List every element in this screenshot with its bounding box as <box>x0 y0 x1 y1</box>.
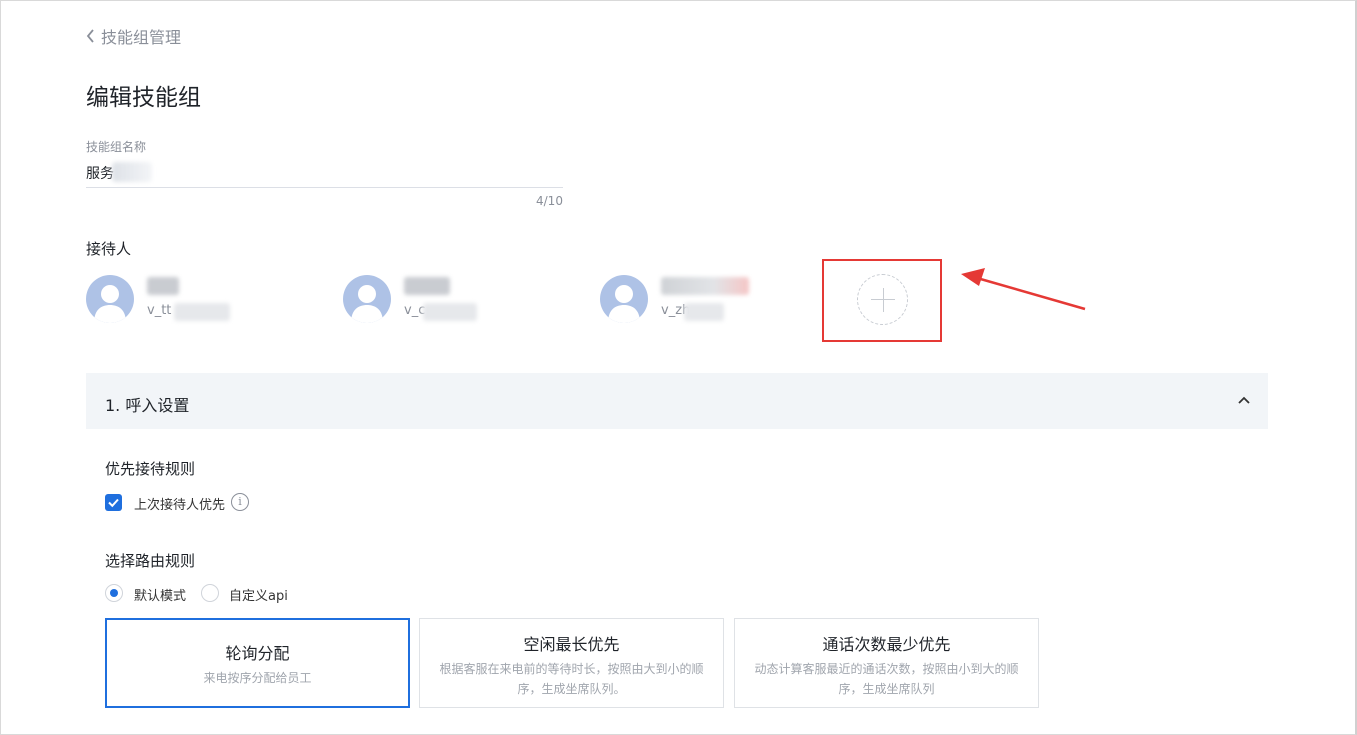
back-link[interactable]: 技能组管理 <box>86 24 181 48</box>
skill-group-name-input[interactable] <box>86 158 563 188</box>
redacted-name <box>661 277 749 295</box>
redacted-name <box>147 277 179 295</box>
last-receiver-priority-label: 上次接待人优先 <box>134 498 226 513</box>
priority-rule-title: 优先接待规则 <box>105 460 196 478</box>
redacted-name <box>404 277 450 295</box>
card-desc: 动态计算客服最近的通话次数，按照由小到大的顺序，生成坐席队列 <box>754 662 1019 696</box>
inbound-settings-header[interactable]: 1. 呼入设置 <box>86 373 1268 429</box>
chevron-left-icon <box>86 29 94 43</box>
card-round-robin[interactable]: 轮询分配 来电按序分配给员工 <box>105 618 410 708</box>
radio-custom-api[interactable] <box>201 584 219 602</box>
card-title: 空闲最长优先 <box>523 635 620 654</box>
radio-custom-api-label: 自定义api <box>229 589 288 604</box>
agent-card[interactable]: v_c <box>343 275 543 325</box>
annotation-arrow-icon <box>961 268 1086 311</box>
radio-default-mode[interactable] <box>105 584 123 602</box>
chevron-up-icon[interactable] <box>1238 395 1250 405</box>
redacted-id <box>684 303 724 321</box>
last-receiver-priority-checkbox[interactable] <box>105 494 122 511</box>
card-desc: 根据客服在来电前的等待时长，按照由大到小的顺序，生成坐席队列。 <box>439 662 704 696</box>
routing-rule-title: 选择路由规则 <box>105 552 196 570</box>
card-title: 通话次数最少优先 <box>822 635 951 654</box>
user-avatar-icon <box>608 285 640 323</box>
page-title: 编辑技能组 <box>86 85 201 111</box>
agent-id: v_tt <box>147 303 172 318</box>
user-avatar-icon <box>351 285 383 323</box>
agent-card[interactable]: v_zh <box>600 275 800 325</box>
avatar <box>86 275 134 323</box>
info-icon[interactable]: i <box>231 493 249 511</box>
char-counter: 4/10 <box>536 194 563 208</box>
agent-card[interactable]: v_tt <box>86 275 286 325</box>
back-link-label: 技能组管理 <box>101 28 182 47</box>
radio-default-mode-label: 默认模式 <box>134 589 187 604</box>
redacted-id <box>174 303 230 321</box>
add-receiver-button[interactable] <box>857 274 908 325</box>
user-avatar-icon <box>94 285 126 323</box>
redacted-id <box>423 303 477 321</box>
section-title: 1. 呼入设置 <box>105 396 190 415</box>
receivers-label: 接待人 <box>86 240 132 258</box>
checkmark-icon <box>108 498 119 508</box>
redacted-text <box>112 162 152 182</box>
skill-group-name-label: 技能组名称 <box>86 140 147 154</box>
avatar <box>343 275 391 323</box>
card-longest-idle[interactable]: 空闲最长优先 根据客服在来电前的等待时长，按照由大到小的顺序，生成坐席队列。 <box>419 618 724 708</box>
card-fewest-calls[interactable]: 通话次数最少优先 动态计算客服最近的通话次数，按照由小到大的顺序，生成坐席队列 <box>734 618 1039 708</box>
card-desc: 来电按序分配给员工 <box>203 671 312 685</box>
avatar <box>600 275 648 323</box>
card-title: 轮询分配 <box>225 644 290 663</box>
